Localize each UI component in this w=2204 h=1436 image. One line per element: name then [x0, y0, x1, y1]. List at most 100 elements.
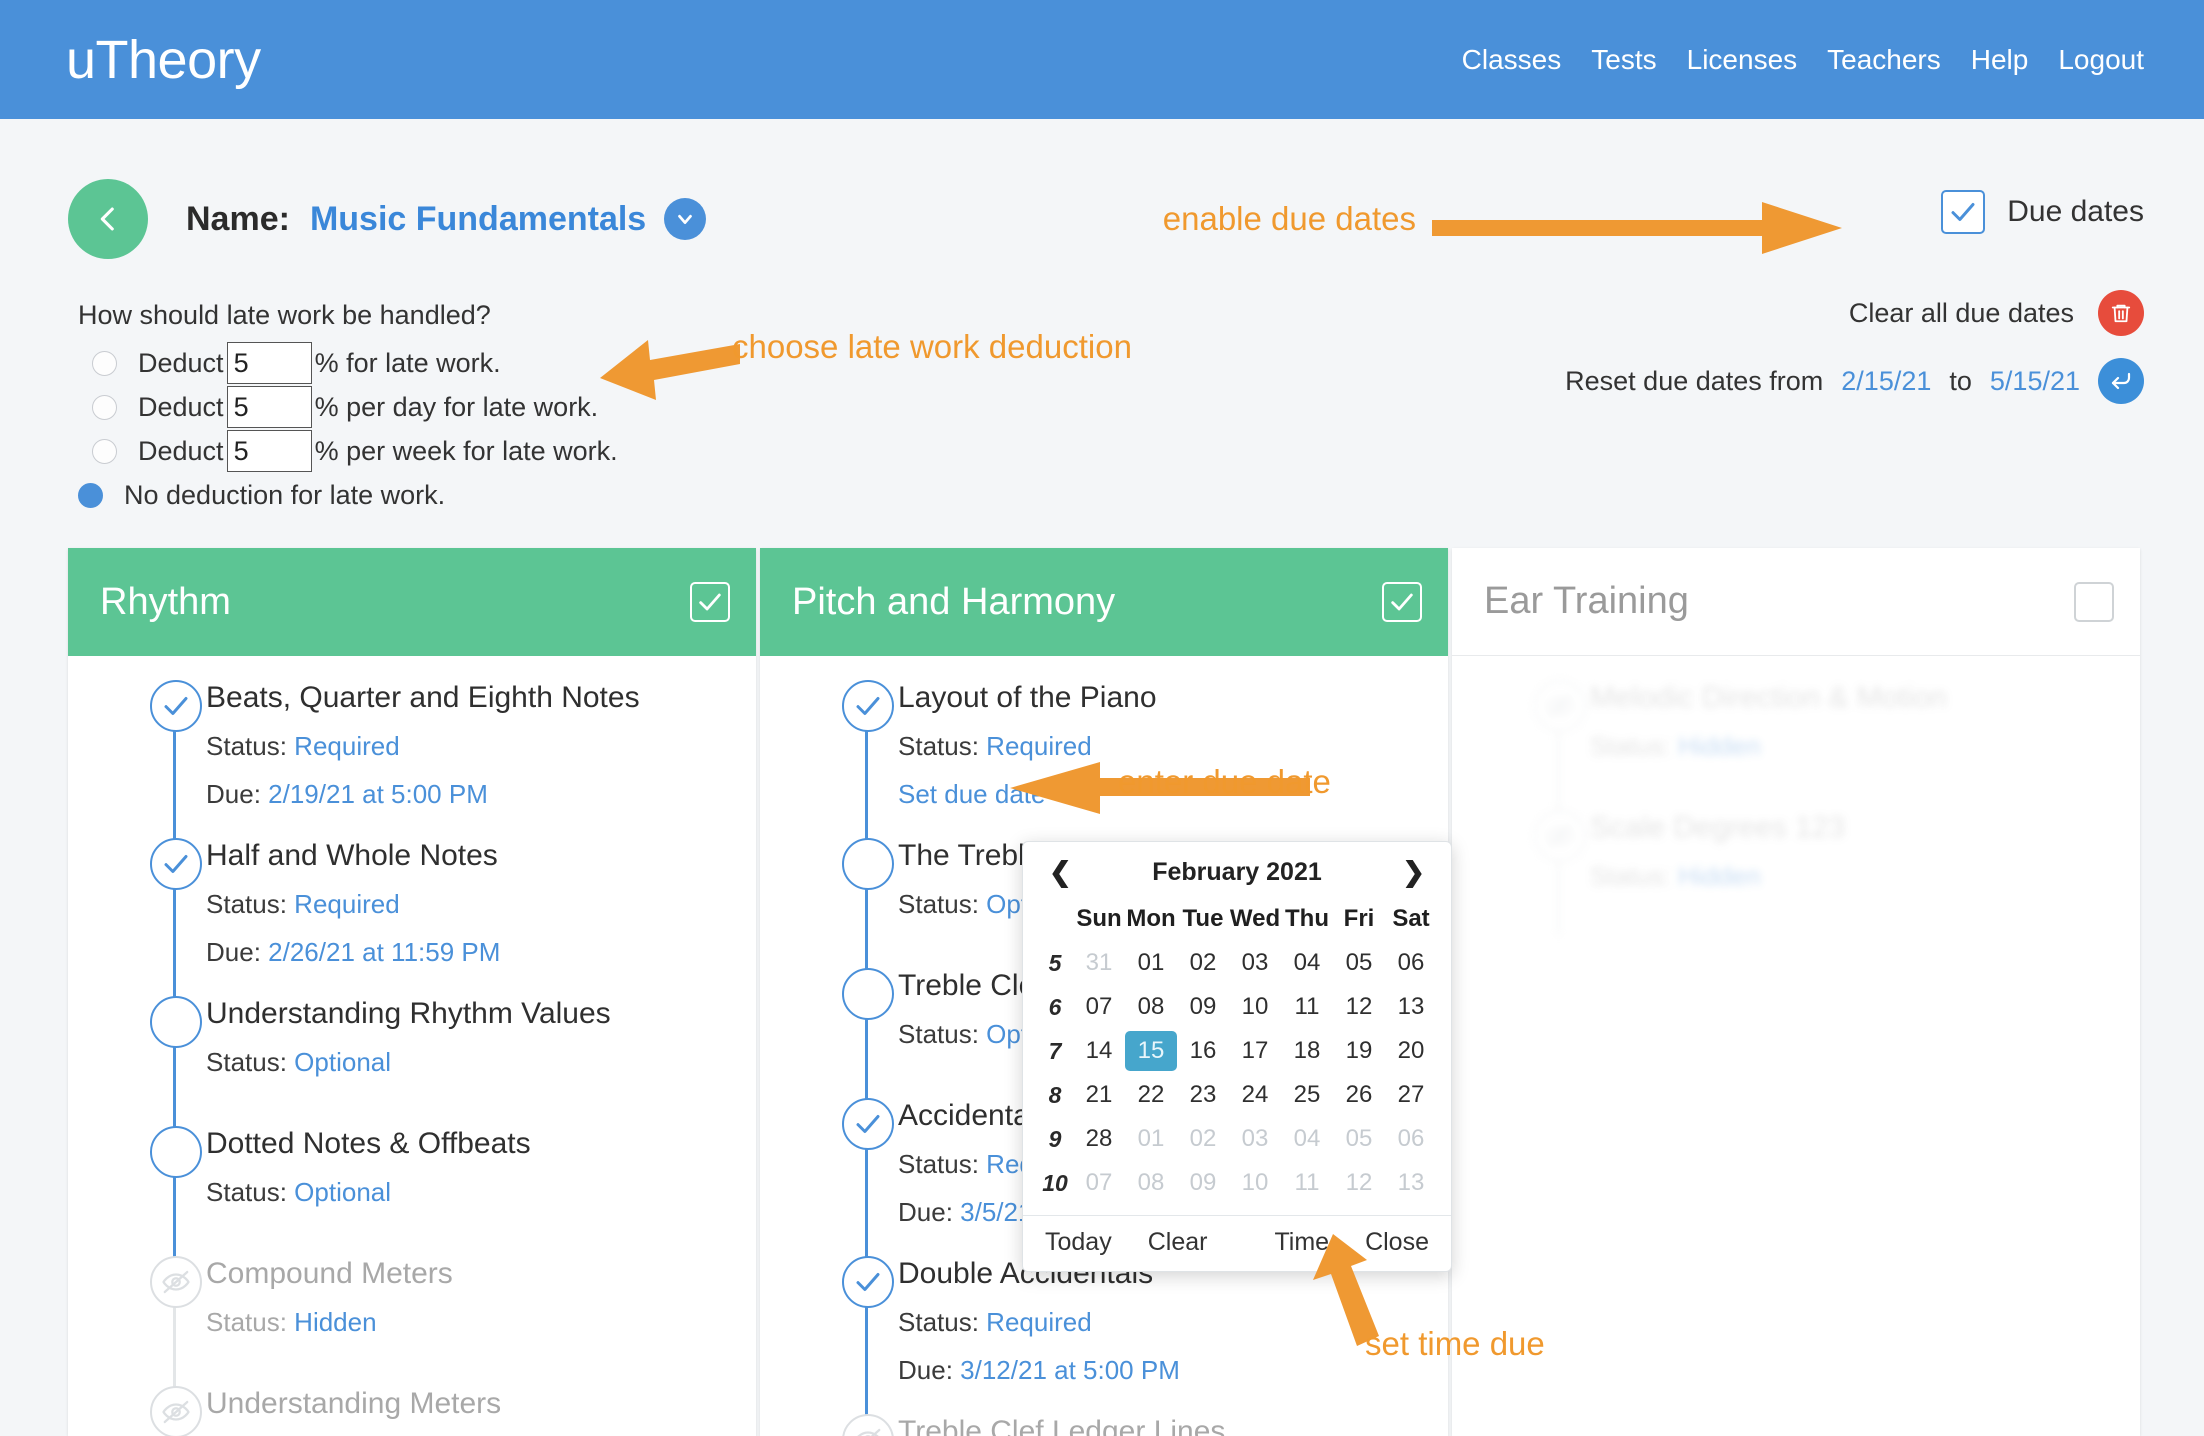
datepicker-day[interactable]: 07 [1073, 1161, 1125, 1205]
due-date-picker[interactable]: ❮ February 2021 ❯ Sun Mon Tue Wed Thu Fr… [1022, 841, 1452, 1272]
datepicker-day[interactable]: 02 [1177, 941, 1229, 985]
late-option-per-week[interactable]: Deduct % per week for late work. [92, 429, 618, 473]
due-value[interactable]: 3/12/21 at 5:00 PM [960, 1355, 1180, 1385]
datepicker-day[interactable]: 05 [1333, 941, 1385, 985]
datepicker-day[interactable]: 07 [1073, 985, 1125, 1029]
nav-link-logout[interactable]: Logout [2058, 44, 2144, 76]
datepicker-day[interactable]: 03 [1229, 1117, 1281, 1161]
datepicker-day[interactable]: 09 [1177, 1161, 1229, 1205]
item-status-bullet-open[interactable] [150, 996, 202, 1048]
list-item[interactable]: Beats, Quarter and Eighth Notes Status: … [68, 680, 756, 838]
datepicker-day[interactable]: 03 [1229, 941, 1281, 985]
column-checkbox-rhythm[interactable] [690, 582, 730, 622]
status-value[interactable]: Optional [294, 1177, 391, 1207]
status-value[interactable]: Required [294, 889, 400, 919]
item-status-bullet-hidden[interactable] [1534, 810, 1586, 862]
datepicker-day[interactable]: 23 [1177, 1073, 1229, 1117]
list-item[interactable]: Melodic Direction & Motion Status: Hidde… [1452, 680, 2140, 810]
radio-flat-deduction[interactable] [92, 350, 117, 376]
nav-link-teachers[interactable]: Teachers [1827, 44, 1941, 76]
datepicker-day[interactable]: 06 [1385, 941, 1437, 985]
nav-link-classes[interactable]: Classes [1462, 44, 1562, 76]
item-status-bullet-checked[interactable] [842, 1098, 894, 1150]
datepicker-day[interactable]: 01 [1125, 941, 1177, 985]
item-status-bullet-hidden[interactable] [1534, 680, 1586, 732]
datepicker-day[interactable]: 05 [1333, 1117, 1385, 1161]
item-status-bullet-checked[interactable] [150, 680, 202, 732]
datepicker-day[interactable]: 18 [1281, 1029, 1333, 1073]
radio-per-week-deduction[interactable] [92, 438, 117, 464]
datepicker-day[interactable]: 06 [1385, 1117, 1437, 1161]
datepicker-day-selected[interactable]: 15 [1125, 1029, 1177, 1073]
prev-month-button[interactable]: ❮ [1045, 859, 1076, 886]
item-status-bullet-checked[interactable] [842, 1256, 894, 1308]
datepicker-day[interactable]: 19 [1333, 1029, 1385, 1073]
datepicker-day[interactable]: 25 [1281, 1073, 1333, 1117]
list-item[interactable]: Understanding Rhythm Values Status: Opti… [68, 996, 756, 1126]
datepicker-day[interactable]: 08 [1125, 985, 1177, 1029]
per-week-deduction-input[interactable] [226, 430, 312, 472]
radio-per-day-deduction[interactable] [92, 394, 117, 420]
datepicker-day[interactable]: 08 [1125, 1161, 1177, 1205]
status-value[interactable]: Required [986, 1307, 1092, 1337]
reset-from-date[interactable]: 2/15/21 [1841, 366, 1931, 397]
column-checkbox-pitch-and-harmony[interactable] [1382, 582, 1422, 622]
datepicker-day[interactable]: 13 [1385, 985, 1437, 1029]
reset-due-dates-button[interactable] [2098, 358, 2144, 404]
datepicker-day[interactable]: 14 [1073, 1029, 1125, 1073]
list-item[interactable]: Scale Degrees 123 Status: Hidden [1452, 810, 2140, 940]
datepicker-day[interactable]: 09 [1177, 985, 1229, 1029]
datepicker-day[interactable]: 02 [1177, 1117, 1229, 1161]
datepicker-day[interactable]: 10 [1229, 985, 1281, 1029]
datepicker-day[interactable]: 28 [1073, 1117, 1125, 1161]
item-status-bullet-hidden[interactable] [150, 1386, 202, 1436]
app-logo[interactable]: uTheory [66, 33, 261, 87]
due-value[interactable]: 2/26/21 at 11:59 PM [268, 937, 500, 967]
list-item[interactable]: Understanding Meters Status: Hidden [68, 1386, 756, 1436]
back-button[interactable] [68, 179, 148, 259]
class-name-dropdown-button[interactable] [664, 198, 707, 240]
item-status-bullet-hidden[interactable] [150, 1256, 202, 1308]
column-checkbox-ear-training[interactable] [2074, 581, 2114, 622]
flat-deduction-input[interactable] [226, 342, 312, 384]
due-dates-checkbox[interactable] [1941, 190, 1986, 234]
datepicker-day[interactable]: 17 [1229, 1029, 1281, 1073]
status-value[interactable]: Required [986, 731, 1092, 761]
datepicker-today-button[interactable]: Today [1045, 1228, 1112, 1257]
list-item[interactable]: Dotted Notes & Offbeats Status: Optional [68, 1126, 756, 1256]
list-item[interactable]: Treble Clef Ledger Lines Status: Hidden [760, 1414, 1448, 1436]
datepicker-day[interactable]: 31 [1073, 941, 1125, 985]
item-status-bullet-open[interactable] [842, 968, 894, 1020]
due-value[interactable]: 2/19/21 at 5:00 PM [268, 779, 488, 809]
item-status-bullet-hidden[interactable] [842, 1414, 894, 1436]
nav-link-licenses[interactable]: Licenses [1687, 44, 1798, 76]
radio-no-deduction[interactable] [78, 482, 103, 508]
status-value[interactable]: Hidden [294, 1307, 376, 1337]
datepicker-day[interactable]: 04 [1281, 941, 1333, 985]
per-day-deduction-input[interactable] [226, 386, 312, 428]
datepicker-day[interactable]: 11 [1281, 985, 1333, 1029]
status-value[interactable]: Required [294, 731, 400, 761]
datepicker-day[interactable]: 13 [1385, 1161, 1437, 1205]
item-status-bullet-open[interactable] [150, 1126, 202, 1178]
datepicker-day[interactable]: 01 [1125, 1117, 1177, 1161]
item-status-bullet-checked[interactable] [842, 680, 894, 732]
list-item[interactable]: Half and Whole Notes Status: Required Du… [68, 838, 756, 996]
clear-all-due-dates-button[interactable] [2098, 290, 2144, 336]
item-status-bullet-open[interactable] [842, 838, 894, 890]
datepicker-day[interactable]: 12 [1333, 985, 1385, 1029]
next-month-button[interactable]: ❯ [1398, 859, 1429, 886]
late-option-per-day[interactable]: Deduct % per day for late work. [92, 385, 618, 429]
class-name-value[interactable]: Music Fundamentals [310, 200, 646, 239]
datepicker-day[interactable]: 10 [1229, 1161, 1281, 1205]
datepicker-day[interactable]: 12 [1333, 1161, 1385, 1205]
reset-to-date[interactable]: 5/15/21 [1990, 366, 2080, 397]
datepicker-day[interactable]: 27 [1385, 1073, 1437, 1117]
datepicker-day[interactable]: 24 [1229, 1073, 1281, 1117]
datepicker-day[interactable]: 11 [1281, 1161, 1333, 1205]
datepicker-day[interactable]: 04 [1281, 1117, 1333, 1161]
datepicker-day[interactable]: 16 [1177, 1029, 1229, 1073]
late-option-flat[interactable]: Deduct % for late work. [92, 341, 618, 385]
nav-link-tests[interactable]: Tests [1591, 44, 1656, 76]
status-value[interactable]: Hidden [1678, 861, 1760, 891]
